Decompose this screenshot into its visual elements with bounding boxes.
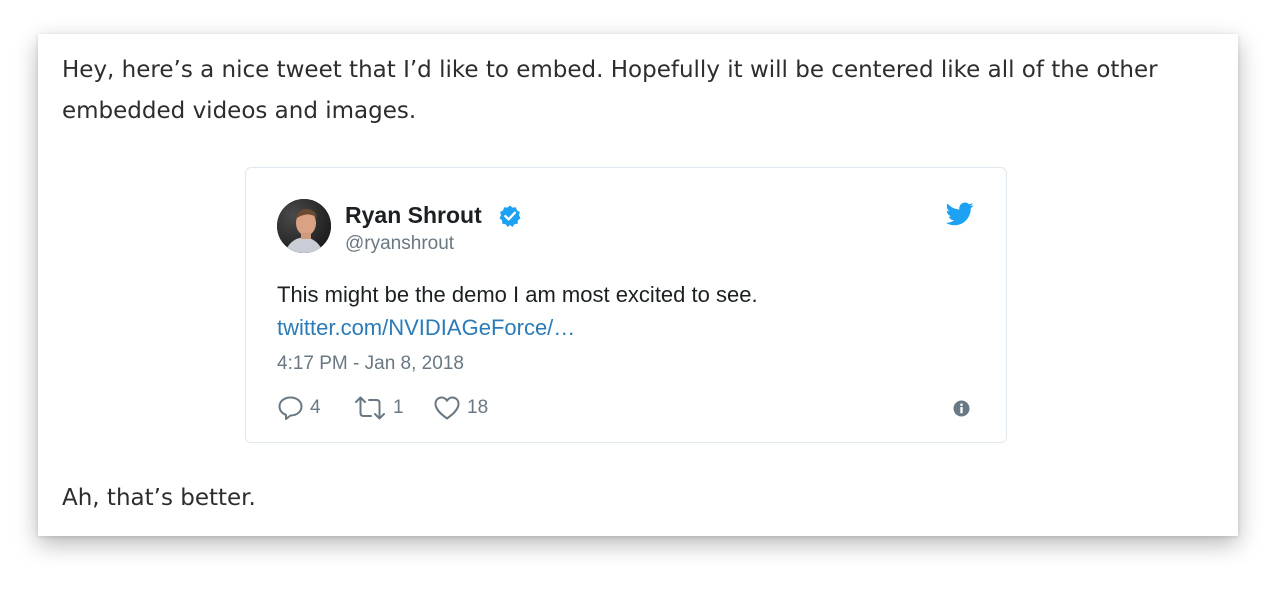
like-count: 18 bbox=[467, 397, 489, 418]
reply-button[interactable]: 4 bbox=[277, 395, 321, 421]
twitter-bird-icon[interactable] bbox=[946, 202, 974, 226]
heart-icon bbox=[434, 396, 460, 420]
reply-count: 4 bbox=[310, 397, 321, 418]
article-paragraph: Hey, here’s a nice tweet that I’d like t… bbox=[62, 57, 1158, 124]
article-paragraph: Ah, that’s better. bbox=[62, 485, 256, 511]
avatar[interactable] bbox=[277, 199, 331, 253]
article-card: Hey, here’s a nice tweet that I’d like t… bbox=[38, 34, 1238, 536]
tweet-text: This might be the demo I am most excited… bbox=[277, 282, 758, 307]
info-icon[interactable] bbox=[953, 400, 970, 417]
embedded-tweet[interactable]: Ryan Shrout @ryanshrout This might be th… bbox=[245, 167, 1007, 443]
retweet-icon bbox=[355, 396, 385, 420]
tweet-timestamp[interactable]: 4:17 PM - Jan 8, 2018 bbox=[277, 353, 464, 375]
retweet-button[interactable]: 1 bbox=[353, 395, 404, 421]
page: Hey, here’s a nice tweet that I’d like t… bbox=[0, 0, 1280, 592]
verified-badge-icon bbox=[499, 205, 521, 227]
avatar-image bbox=[277, 199, 331, 253]
like-button[interactable]: 18 bbox=[433, 395, 488, 421]
author-name[interactable]: Ryan Shrout bbox=[345, 202, 482, 229]
author-handle[interactable]: @ryanshrout bbox=[345, 233, 454, 255]
retweet-count: 1 bbox=[393, 397, 404, 418]
tweet-link[interactable]: twitter.com/NVIDIAGeForce/… bbox=[277, 315, 575, 341]
reply-icon bbox=[278, 396, 303, 420]
